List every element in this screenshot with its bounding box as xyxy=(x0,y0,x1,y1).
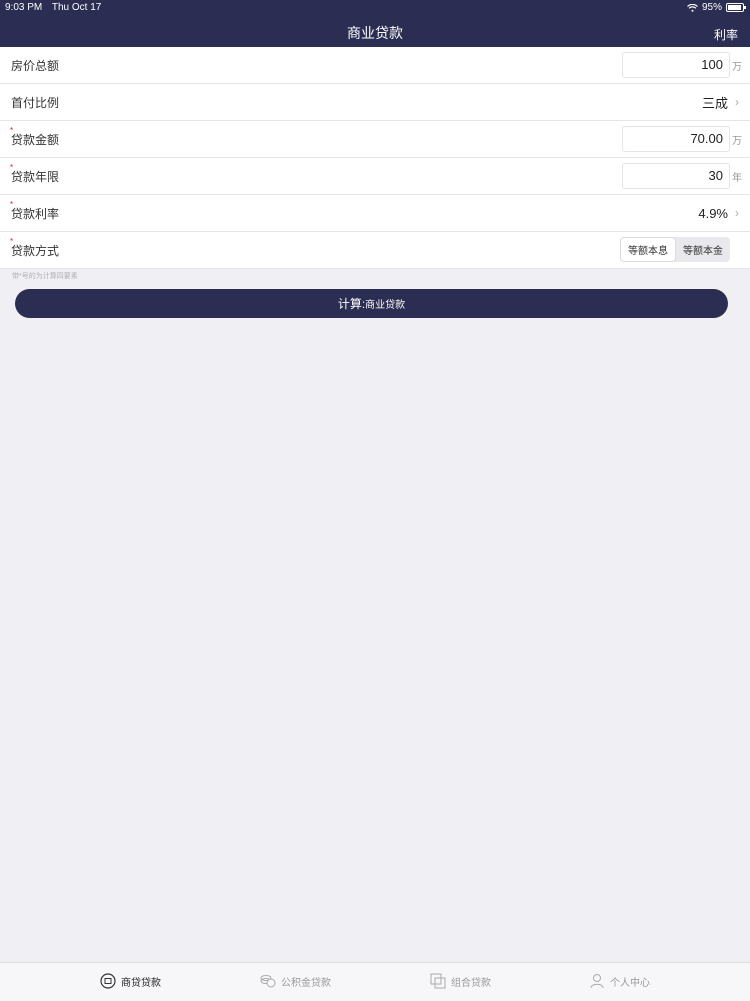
wifi-icon xyxy=(687,3,698,12)
loan-term-row: * 贷款年限 30 年 xyxy=(0,158,750,195)
tab-label: 公积金贷款 xyxy=(281,977,331,989)
tab-label: 个人中心 xyxy=(610,977,650,989)
page-title: 商业贷款 xyxy=(347,25,403,41)
person-icon xyxy=(590,974,604,989)
house-price-label: 房价总额 xyxy=(11,58,60,73)
repayment-segmented-control: 等额本息 等额本金 xyxy=(620,237,730,262)
status-date: Thu Oct 17 xyxy=(51,2,102,13)
status-time: 9:03 PM xyxy=(5,2,43,13)
loan-amount-input[interactable]: 70.00 xyxy=(622,126,730,152)
down-payment-label: 首付比例 xyxy=(11,95,60,110)
coins-icon xyxy=(260,975,276,988)
interest-rate-label: 贷款利率 xyxy=(11,206,60,221)
calculate-button[interactable]: 计算: 商业贷款 xyxy=(15,289,728,318)
equal-installment-option[interactable]: 等额本息 xyxy=(620,237,676,262)
rate-button[interactable]: 利率 xyxy=(714,26,738,43)
repayment-method-row: * 贷款方式 等额本息 等额本金 xyxy=(0,232,750,269)
chevron-right-icon: › xyxy=(735,95,739,109)
loan-amount-row: * 贷款金额 70.00 万 xyxy=(0,121,750,158)
tab-bar: 商贷贷款 公积金贷款 组合贷款 个人中心 xyxy=(0,962,750,1001)
loan-amount-label: 贷款金额 xyxy=(11,132,60,147)
interest-rate-value: 4.9% xyxy=(698,205,728,221)
tab-provident-fund-loan[interactable]: 公积金贷款 xyxy=(260,973,331,989)
house-price-unit: 万 xyxy=(732,61,742,73)
house-price-row: 房价总额 100 万 xyxy=(0,47,750,84)
battery-percent: 95% xyxy=(701,2,722,13)
down-payment-row[interactable]: 首付比例 三成 › xyxy=(0,84,750,121)
down-payment-value: 三成 xyxy=(701,95,728,111)
calculate-label: 计算: xyxy=(337,297,366,311)
loan-amount-unit: 万 xyxy=(732,135,742,147)
repayment-method-label: 贷款方式 xyxy=(11,243,60,258)
battery-icon xyxy=(726,3,746,12)
tab-label: 商贷贷款 xyxy=(121,977,161,989)
loan-term-unit: 年 xyxy=(732,172,742,184)
navigation-header: 9:03 PM Thu Oct 17 95% 商业贷款 利率 xyxy=(0,0,750,47)
status-bar-left: 9:03 PM Thu Oct 17 xyxy=(5,2,108,13)
tab-commercial-loan[interactable]: 商贷贷款 xyxy=(100,973,161,989)
combine-icon xyxy=(430,973,446,989)
house-price-input[interactable]: 100 xyxy=(622,52,730,78)
required-hint: 带*号的为计算四要素 xyxy=(12,273,78,280)
chevron-right-icon: › xyxy=(735,206,739,220)
tab-personal-center[interactable]: 个人中心 xyxy=(589,973,650,989)
loan-form: 房价总额 100 万 首付比例 三成 › * 贷款金额 70.00 万 * 贷款… xyxy=(0,47,750,269)
tab-combined-loan[interactable]: 组合贷款 xyxy=(430,973,491,989)
equal-principal-option[interactable]: 等额本金 xyxy=(676,237,730,262)
status-bar-right: 95% xyxy=(687,2,746,13)
loan-term-input[interactable]: 30 xyxy=(622,163,730,189)
house-icon xyxy=(100,973,116,989)
loan-term-label: 贷款年限 xyxy=(11,169,60,184)
tab-label: 组合贷款 xyxy=(451,977,491,989)
interest-rate-row[interactable]: * 贷款利率 4.9% › xyxy=(0,195,750,232)
calculate-sub-label: 商业贷款 xyxy=(365,300,406,311)
